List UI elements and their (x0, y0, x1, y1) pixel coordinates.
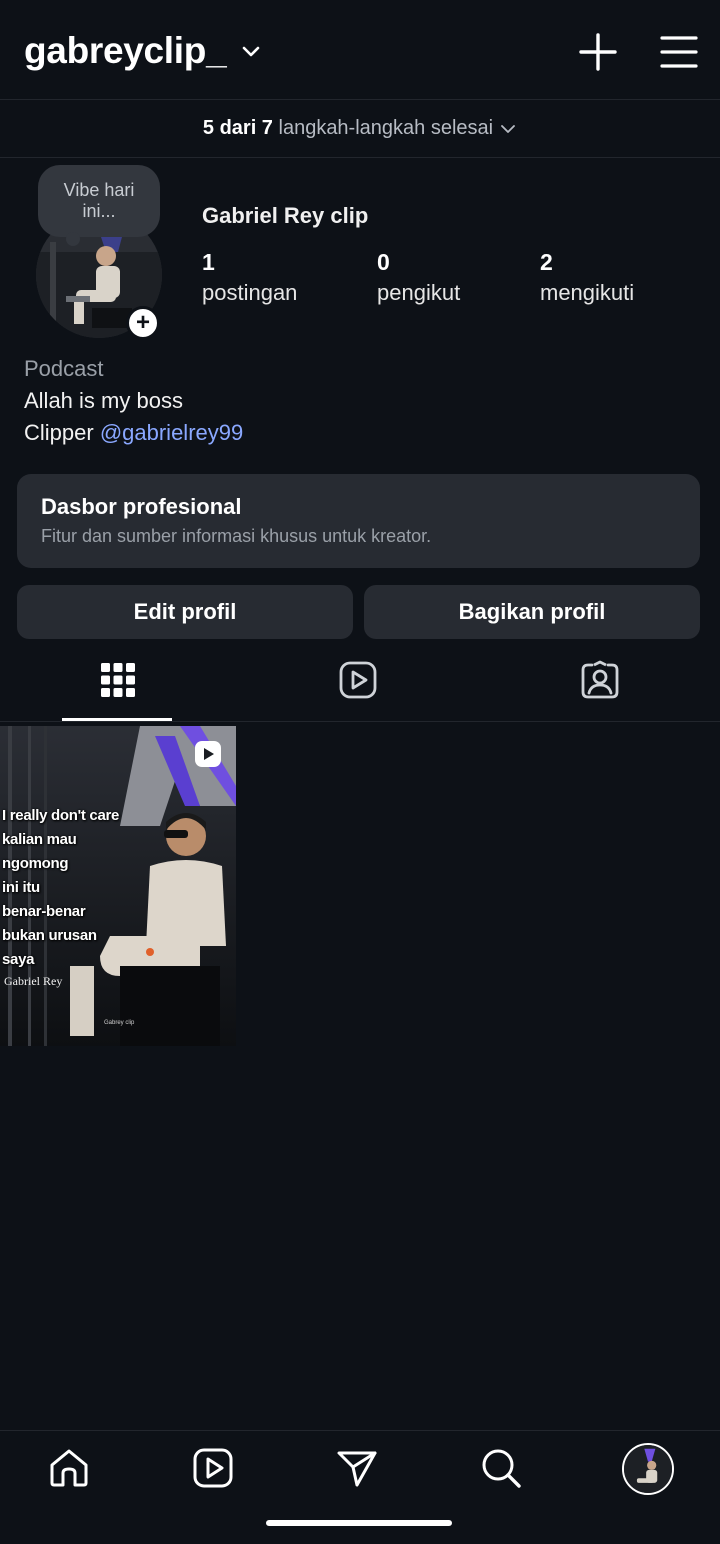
reels-icon[interactable] (338, 660, 378, 700)
steps-count: 5 dari 7 (202, 117, 273, 139)
profile-avatar[interactable] (622, 1443, 674, 1495)
stat-followers[interactable]: 0 pengikut (377, 248, 460, 306)
profile-content-tabs (0, 652, 720, 722)
post-caption-line: kalian mau (2, 831, 77, 848)
account-username[interactable]: gabreyclip_ (24, 30, 227, 72)
stat-following-value: 2 (540, 249, 553, 275)
avatar-photo (624, 1445, 672, 1493)
dashboard-subtitle: Fitur dan sumber informasi khusus untuk … (41, 526, 432, 546)
top-header: gabreyclip_ (0, 0, 720, 100)
post-caption-line: saya (2, 951, 35, 968)
add-story-plus-icon[interactable]: + (126, 306, 160, 340)
stat-following-label: mengikuti (540, 280, 635, 305)
stat-followers-label: pengikut (377, 280, 461, 305)
post-credit: Gabriel Rey (4, 974, 63, 988)
post-caption-line: benar-benar (2, 903, 86, 920)
active-tab-indicator (62, 718, 172, 721)
post-caption-line: bukan urusan (2, 927, 97, 944)
profile-category: Podcast (24, 356, 104, 381)
svg-text:Gabrey clip: Gabrey clip (104, 1020, 135, 1026)
home-icon[interactable] (48, 1447, 90, 1489)
bio-mention-link[interactable]: @gabrielrey99 (100, 420, 243, 445)
stat-posts-value: 1 (202, 249, 215, 275)
chevron-down-icon (501, 124, 515, 133)
home-indicator (266, 1520, 452, 1526)
search-icon[interactable] (480, 1447, 522, 1489)
tagged-icon[interactable] (580, 660, 620, 700)
reel-badge-icon (195, 741, 221, 767)
dashboard-title: Dasbor profesional (41, 494, 242, 519)
post-caption: I really don't care kalian mau ngomong i… (2, 804, 152, 972)
direct-share-icon[interactable] (336, 1447, 378, 1489)
plus-icon[interactable] (578, 32, 618, 72)
bio-line-1: Allah is my boss (24, 388, 183, 413)
note-bubble[interactable]: Vibe hari ini... (38, 165, 160, 237)
post-caption-line: ini itu (2, 879, 40, 896)
post-thumbnail[interactable]: Gabrey clip I really don't care kalian m… (0, 726, 236, 1046)
stat-posts[interactable]: 1 postingan (202, 248, 297, 306)
note-bubble-tail (66, 232, 80, 246)
grid-icon[interactable] (98, 660, 138, 700)
reels-icon[interactable] (192, 1447, 234, 1489)
post-caption-line: ngomong (2, 855, 69, 872)
stat-following[interactable]: 2 mengikuti (540, 248, 634, 306)
stat-posts-label: postingan (202, 280, 298, 305)
post-caption-line: I really don't care (2, 807, 120, 824)
professional-dashboard-card[interactable]: Dasbor profesional Fitur dan sumber info… (17, 474, 700, 568)
bio-line-2: Clipper @gabrielrey99 (24, 420, 243, 446)
bottom-navigation (0, 1430, 720, 1544)
share-profile-button[interactable]: Bagikan profil (364, 585, 700, 639)
chevron-down-icon[interactable] (240, 40, 262, 62)
edit-profile-button[interactable]: Edit profil (17, 585, 353, 639)
profile-setup-progress[interactable]: 5 dari 7 langkah-langkah selesai (0, 100, 720, 158)
hamburger-menu-icon[interactable] (660, 34, 698, 70)
profile-full-name: Gabriel Rey clip (202, 203, 369, 228)
bio-line-2-prefix: Clipper (24, 420, 100, 445)
stat-followers-value: 0 (377, 249, 390, 275)
steps-text: langkah-langkah selesai (278, 117, 494, 139)
